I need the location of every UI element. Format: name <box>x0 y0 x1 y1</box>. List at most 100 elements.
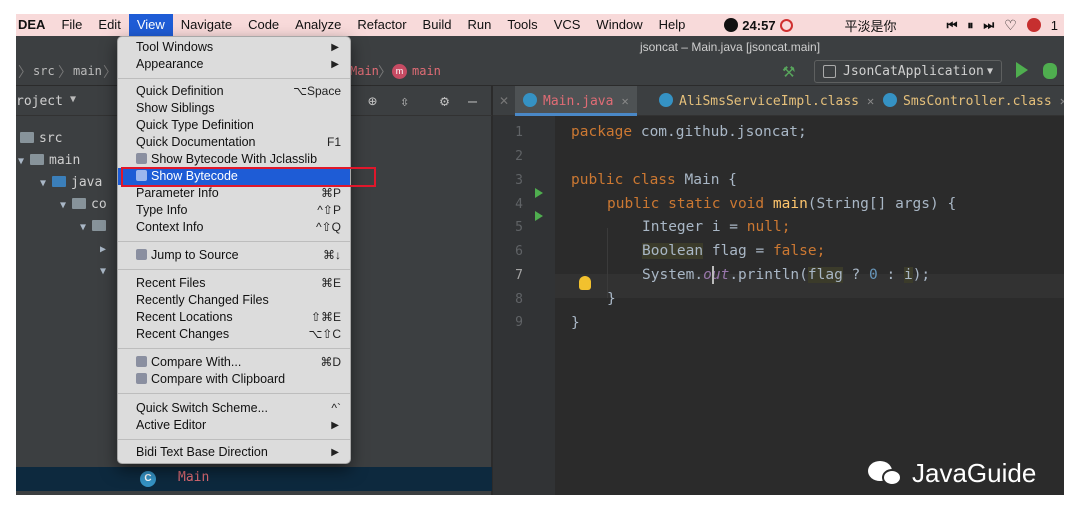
next-track-icon[interactable]: ⏭ <box>983 18 994 33</box>
locate-target-icon[interactable]: ⊕ <box>368 92 377 110</box>
timer-icon <box>779 18 793 32</box>
previous-track-icon[interactable]: ⏮ <box>947 18 958 33</box>
menu-build[interactable]: Build <box>415 14 460 36</box>
wechat-icon <box>868 459 904 489</box>
breadcrumb-main[interactable]: main <box>73 64 102 78</box>
menu-view[interactable]: View <box>128 14 173 36</box>
lightbulb-icon[interactable] <box>579 276 591 290</box>
gear-icon[interactable]: ⚙ <box>440 92 449 110</box>
view-menu-dropdown: Tool Windows ▶ Appearance ▶ Quick Definiti… <box>117 36 351 464</box>
tab-alisms-class[interactable]: AliSmsServiceImpl.class ✕ <box>659 86 874 116</box>
menu-item-compare-with[interactable]: Compare With... ⌘D <box>118 354 350 371</box>
pause-icon[interactable]: ⏸ <box>967 18 973 33</box>
menu-separator <box>118 348 350 349</box>
menu-code[interactable]: Code <box>240 14 287 36</box>
menu-item-appearance[interactable]: Appearance ▶ <box>118 56 350 73</box>
menu-item-active-editor[interactable]: Active Editor ▶ <box>118 417 350 434</box>
breadcrumb-src[interactable]: src <box>33 64 55 78</box>
music-app-icon[interactable] <box>1026 18 1041 32</box>
hide-panel-icon[interactable]: — <box>468 92 477 110</box>
menu-separator <box>118 78 350 79</box>
menu-item-context-info[interactable]: Context Info ^⇧Q <box>118 219 350 236</box>
menu-item-recently-changed-files[interactable]: Recently Changed Files <box>118 292 350 309</box>
menu-tools[interactable]: Tools <box>499 14 545 36</box>
close-icon[interactable]: ✕ <box>621 94 628 108</box>
heart-icon[interactable]: ♡ <box>1004 17 1017 34</box>
menu-item-parameter-info[interactable]: Parameter Info ⌘P <box>118 185 350 202</box>
collapse-all-icon[interactable]: ⇳ <box>400 92 409 110</box>
tree-item-java[interactable]: ▼ java <box>40 172 102 194</box>
menu-run[interactable]: Run <box>459 14 499 36</box>
tree-item-subpackage[interactable]: ▼ <box>80 216 111 238</box>
breadcrumb-class[interactable]: Main <box>350 64 379 78</box>
menu-help[interactable]: Help <box>651 14 694 36</box>
menu-item-type-info[interactable]: Type Info ^⇧P <box>118 202 350 219</box>
run-gutter-icon[interactable] <box>535 211 543 221</box>
now-playing-title[interactable]: 平淡是你 <box>845 16 897 35</box>
close-icon[interactable]: ✕ <box>1060 94 1064 108</box>
close-icon[interactable]: ✕ <box>867 94 874 108</box>
menu-item-tool-windows[interactable]: Tool Windows ▶ <box>118 39 350 56</box>
build-hammer-icon[interactable]: ⚒ <box>782 63 795 81</box>
menu-item-recent-changes[interactable]: Recent Changes ⌥⇧C <box>118 326 350 343</box>
tab-main-java[interactable]: Main.java ✕ <box>515 86 637 116</box>
text-caret <box>712 266 714 284</box>
run-configuration-select[interactable]: JsonCatApplication ▼ <box>814 60 1002 83</box>
chevron-down-icon[interactable]: ▼ <box>70 94 76 105</box>
expand-arrow-icon[interactable]: ▼ <box>80 217 92 239</box>
expand-arrow-icon[interactable]: ▼ <box>18 151 30 173</box>
breadcrumb-method[interactable]: main <box>412 64 441 78</box>
tree-item-selected-main[interactable]: C Main <box>16 467 492 491</box>
menu-item-recent-files[interactable]: Recent Files ⌘E <box>118 275 350 292</box>
menu-item-show-bytecode-jclasslib[interactable]: Show Bytecode With Jclasslib <box>118 151 350 168</box>
tree-item-expanded[interactable]: ▼ <box>100 260 112 282</box>
menu-item-quick-documentation[interactable]: Quick Documentation F1 <box>118 134 350 151</box>
tree-item-collapsed[interactable]: ▶ <box>100 238 112 260</box>
expand-arrow-icon[interactable]: ▼ <box>100 261 112 283</box>
class-icon <box>659 93 673 107</box>
tree-item-main[interactable]: ▼ main <box>18 150 80 172</box>
menu-edit[interactable]: Edit <box>90 14 128 36</box>
compare-icon <box>136 356 147 367</box>
line-number: 5 <box>515 220 523 235</box>
menu-item-quick-type-definition[interactable]: Quick Type Definition <box>118 117 350 134</box>
code-editor[interactable]: 1 2 3 4 5 6 7 8 9 package com.github.jso… <box>493 116 1064 495</box>
menu-item-bidi-text-direction[interactable]: Bidi Text Base Direction ▶ <box>118 444 350 461</box>
run-icon[interactable] <box>1016 62 1028 78</box>
expand-arrow-icon[interactable]: ▼ <box>40 173 52 195</box>
menu-navigate[interactable]: Navigate <box>173 14 240 36</box>
menu-item-quick-definition[interactable]: Quick Definition ⌥Space <box>118 83 350 100</box>
project-view-title[interactable]: roject <box>16 94 63 109</box>
run-gutter-icon[interactable] <box>535 188 543 198</box>
line-number: 1 <box>515 125 523 140</box>
menubar-truncated: 1 <box>1050 17 1058 33</box>
collapsed-arrow-icon[interactable]: ▶ <box>100 239 112 261</box>
debug-bug-icon[interactable] <box>1043 63 1057 79</box>
menu-file[interactable]: File <box>53 14 90 36</box>
menu-item-jump-to-source[interactable]: Jump to Source ⌘↓ <box>118 247 350 264</box>
menu-item-quick-switch-scheme[interactable]: Quick Switch Scheme... ^` <box>118 400 350 417</box>
menu-window[interactable]: Window <box>588 14 650 36</box>
code-line-3: public class Main { <box>571 172 737 188</box>
submenu-arrow-icon: ▶ <box>331 59 339 70</box>
expand-arrow-icon[interactable]: ▼ <box>60 195 72 217</box>
pencil-icon <box>136 249 147 260</box>
chevron-down-icon: ▼ <box>986 66 993 77</box>
tab-smscontroller-class[interactable]: SmsController.class ✕ <box>883 86 1064 116</box>
menu-item-recent-locations[interactable]: Recent Locations ⇧⌘E <box>118 309 350 326</box>
clock[interactable]: 24:57 <box>724 18 793 33</box>
close-icon[interactable]: ✕ <box>499 94 509 108</box>
menu-analyze[interactable]: Analyze <box>287 14 349 36</box>
tree-item-package[interactable]: ▼ co <box>60 194 107 216</box>
menu-item-show-siblings[interactable]: Show Siblings <box>118 100 350 117</box>
line-number: 8 <box>515 292 523 307</box>
code-line-5: Integer i = null; <box>642 219 791 235</box>
menu-app[interactable]: DEA <box>16 14 53 36</box>
tree-item-src[interactable]: src <box>20 128 62 150</box>
menu-refactor[interactable]: Refactor <box>349 14 414 36</box>
config-icon <box>823 65 836 78</box>
source-folder-icon <box>52 176 66 187</box>
package-icon <box>72 198 86 209</box>
menu-vcs[interactable]: VCS <box>546 14 589 36</box>
menu-item-compare-clipboard[interactable]: Compare with Clipboard <box>118 371 350 388</box>
